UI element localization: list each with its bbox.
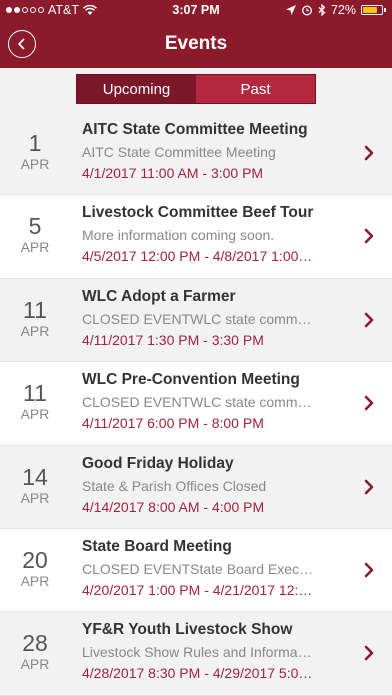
event-date: 5 APR [0,213,70,255]
event-row[interactable]: 28 APR YF&R Youth Livestock Show Livestock … [0,612,392,696]
event-title: AITC State Committee Meeting [82,121,308,138]
status-right: 72% [285,3,386,17]
event-description: Livestock Show Rules and Information [82,644,314,661]
chevron-right-icon [364,312,374,328]
segment-area: Upcoming Past [0,68,392,112]
event-month: APR [20,573,50,589]
event-date: 28 APR [0,630,70,672]
battery-percent: 72% [330,3,356,17]
event-day: 14 [22,463,48,490]
event-month: APR [20,656,50,673]
event-date: 11 APR [0,297,70,339]
event-row[interactable]: 1 APR AITC State Committee Meeting AITC Sta… [0,112,392,196]
location-arrow-icon [285,5,296,15]
event-day: 20 [22,547,48,573]
event-title: State Board Meeting [82,538,232,555]
chevron-right-icon [364,229,374,244]
event-date: 20 APR [0,547,70,589]
event-description: CLOSED EVENTState Board Executive [82,561,314,577]
chevron-right-icon [364,395,374,411]
event-time: 4/20/2017 1:00 PM - 4/21/2017 12:00 PM [82,582,314,598]
event-month: APR [20,406,50,423]
status-bar: AT&T 3:07 PM 72% [0,0,392,22]
chevron-right-icon [364,145,374,161]
event-time: 4/28/2017 8:30 PM - 4/29/2017 5:00 PM [82,665,314,682]
event-description: AITC State Committee Meeting [82,144,276,160]
event-day: 11 [23,380,47,407]
chevron-right-icon [364,646,374,661]
event-day: 1 [28,130,42,156]
event-row[interactable]: 11 APR WLC Pre-Convention Meeting CLOSED EV… [0,362,392,446]
page-title: Events [164,33,228,54]
event-row[interactable]: 5 APR Livestock Committee Beef Tour More in… [0,195,392,279]
event-row[interactable]: 14 APR Good Friday Holiday State & Parish O… [0,445,392,529]
event-description: State & Parish Offices Closed [82,477,267,494]
event-day: 11 [23,296,47,323]
event-month: APR [20,322,50,339]
event-time: 4/14/2017 8:00 AM - 4:00 PM [82,498,265,515]
event-date: 14 APR [0,464,70,506]
event-description: CLOSED EVENTWLC state committee [82,310,314,327]
event-date: 1 APR [0,130,70,172]
event-time: 4/5/2017 12:00 PM - 4/8/2017 1:00 PM [82,248,314,265]
event-title: Good Friday Holiday [82,454,234,472]
battery-nub [384,8,386,12]
event-description: CLOSED EVENTWLC state committee [82,394,314,411]
event-row[interactable]: 20 APR State Board Meeting CLOSED EVENTStat… [0,529,392,613]
event-day: 28 [22,630,48,657]
header: AT&T 3:07 PM 72% Events [0,0,392,68]
event-date: 11 APR [0,380,70,422]
tab-past[interactable]: Past [196,75,315,103]
event-time: 4/11/2017 6:00 PM - 8:00 PM [82,415,264,432]
event-description: More information coming soon. [82,227,275,244]
tab-switcher: Upcoming Past [76,74,316,104]
tab-upcoming[interactable]: Upcoming [77,75,196,103]
event-title: YF&R Youth Livestock Show [82,621,293,639]
event-title: WLC Pre-Convention Meeting [82,371,300,389]
event-row[interactable]: 11 APR WLC Adopt a Farmer CLOSED EVENTWLC s… [0,278,392,363]
battery-icon [361,5,383,15]
chevron-right-icon [364,479,374,494]
chevron-right-icon [364,562,374,578]
event-day: 5 [28,213,42,240]
event-month: APR [20,489,50,506]
bluetooth-icon [318,4,326,16]
event-month: APR [20,239,50,256]
event-month: APR [20,156,50,172]
navigation-bar: Events [0,22,392,68]
event-title: WLC Adopt a Farmer [82,287,236,305]
event-time: 4/11/2017 1:30 PM - 3:30 PM [82,331,264,348]
event-list: 1 APR AITC State Committee Meeting AITC Sta… [0,112,392,696]
event-title: Livestock Committee Beef Tour [82,204,314,222]
event-time: 4/1/2017 11:00 AM - 3:00 PM [82,165,264,181]
alarm-clock-icon [302,5,312,16]
